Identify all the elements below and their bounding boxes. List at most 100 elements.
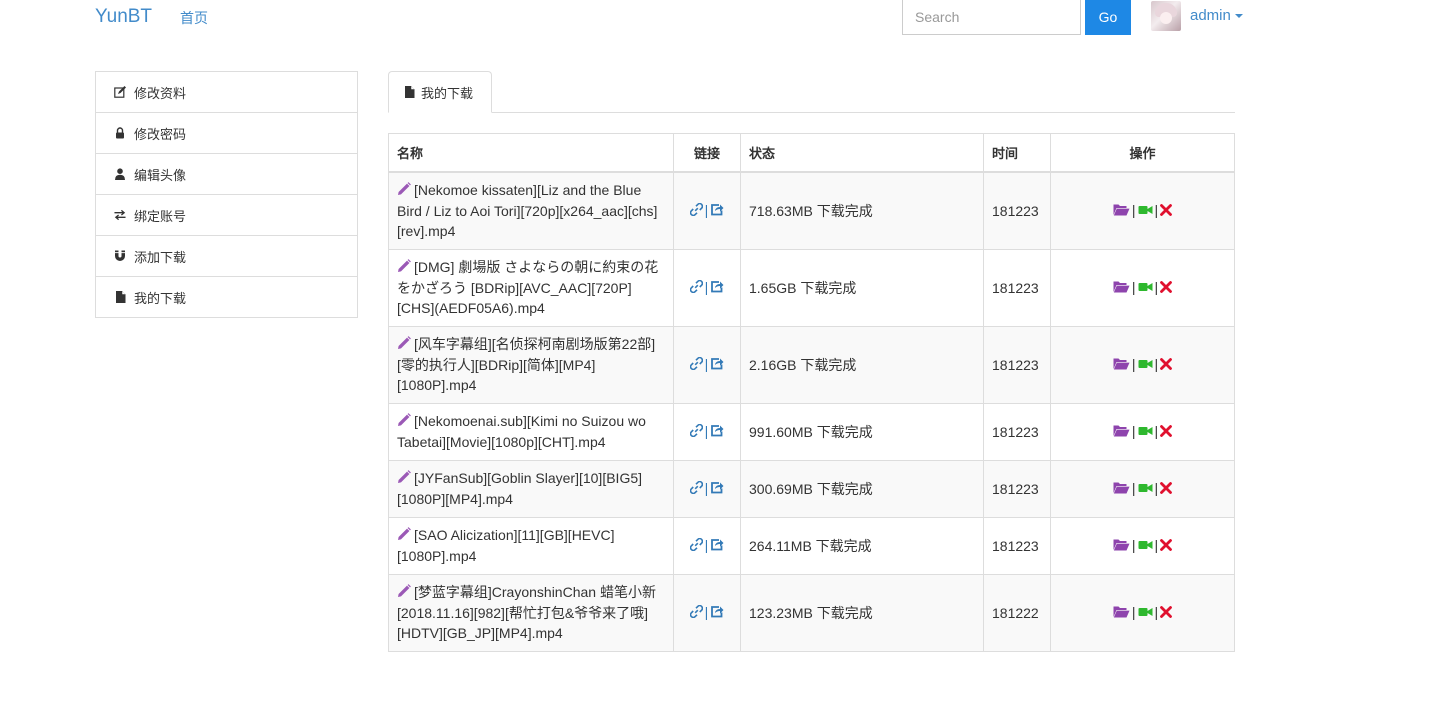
op-separator: | xyxy=(1131,422,1136,439)
share-icon[interactable] xyxy=(710,605,724,621)
video-camera-icon[interactable] xyxy=(1138,481,1153,497)
download-time: 181223 xyxy=(992,480,1039,497)
header-link: 链接 xyxy=(673,133,741,173)
sidebar-item-change-password[interactable]: 修改密码 xyxy=(95,113,358,154)
avatar[interactable] xyxy=(1151,1,1181,31)
share-icon[interactable] xyxy=(710,357,724,373)
download-status: 264.11MB 下载完成 xyxy=(749,537,872,554)
link-cell: | xyxy=(673,402,741,461)
delete-icon[interactable] xyxy=(1160,424,1173,440)
delete-icon[interactable] xyxy=(1160,203,1173,219)
link-icon[interactable] xyxy=(689,480,703,497)
sidebar-item-my-downloads[interactable]: 我的下载 xyxy=(95,277,358,318)
folder-open-icon[interactable] xyxy=(1113,357,1130,373)
folder-open-icon[interactable] xyxy=(1113,203,1130,219)
name-cell: [梦蓝字幕组]CrayonshinChan 蜡笔小新[2018.11.16][9… xyxy=(388,573,674,652)
pencil-icon[interactable] xyxy=(397,181,411,201)
delete-icon[interactable] xyxy=(1160,280,1173,296)
folder-open-icon[interactable] xyxy=(1113,424,1130,440)
nav-home-link[interactable]: 首页 xyxy=(180,8,208,28)
link-icon[interactable] xyxy=(689,604,703,621)
link-cell: | xyxy=(673,325,741,404)
video-camera-icon[interactable] xyxy=(1138,357,1153,373)
video-camera-icon[interactable] xyxy=(1138,280,1153,296)
name-cell: [DMG] 劇場版 さよならの朝に約束の花をかざろう [BDRip][AVC_A… xyxy=(388,248,674,327)
table-header-row: 名称 链接 状态 时间 操作 xyxy=(388,133,1235,173)
sidebar-item-label: 添加下载 xyxy=(134,249,187,265)
status-cell: 2.16GB 下载完成 xyxy=(740,325,984,404)
download-status: 2.16GB 下载完成 xyxy=(749,356,857,373)
link-cell: | xyxy=(673,459,741,518)
download-time: 181223 xyxy=(992,537,1039,554)
link-icon[interactable] xyxy=(689,356,703,373)
op-separator: | xyxy=(1154,355,1159,372)
magnet-icon xyxy=(114,250,126,262)
file-icon xyxy=(403,86,415,98)
link-separator: | xyxy=(704,603,709,620)
name-cell: [JYFanSub][Goblin Slayer][10][BIG5][1080… xyxy=(388,459,674,518)
pencil-icon[interactable] xyxy=(397,412,411,432)
name-cell: [Nekomoe kissaten][Liz and the Blue Bird… xyxy=(388,171,674,250)
downloads-table: 名称 链接 状态 时间 操作 [Nekomoe kissaten][Liz an… xyxy=(388,133,1235,652)
sidebar-item-label: 修改密码 xyxy=(134,126,187,142)
tab-my-downloads[interactable]: 我的下载 xyxy=(388,71,492,113)
pencil-icon[interactable] xyxy=(397,469,411,489)
pencil-icon[interactable] xyxy=(397,258,411,278)
link-icon[interactable] xyxy=(689,537,703,554)
op-separator: | xyxy=(1131,355,1136,372)
video-camera-icon[interactable] xyxy=(1138,605,1153,621)
folder-open-icon[interactable] xyxy=(1113,538,1130,554)
delete-icon[interactable] xyxy=(1160,357,1173,373)
delete-icon[interactable] xyxy=(1160,481,1173,497)
status-cell: 991.60MB 下载完成 xyxy=(740,402,984,461)
time-cell: 181223 xyxy=(983,171,1051,250)
search-go-button[interactable]: Go xyxy=(1085,0,1131,35)
op-cell: | | xyxy=(1050,459,1235,518)
folder-open-icon[interactable] xyxy=(1113,280,1130,296)
time-cell: 181223 xyxy=(983,516,1051,575)
op-separator: | xyxy=(1154,603,1159,620)
sidebar-item-edit-avatar[interactable]: 编辑头像 xyxy=(95,154,358,195)
user-menu-toggle[interactable]: admin xyxy=(1190,7,1243,24)
share-icon[interactable] xyxy=(710,538,724,554)
file-name: [梦蓝字幕组]CrayonshinChan 蜡笔小新[2018.11.16][9… xyxy=(397,584,656,641)
sidebar-item-label: 编辑头像 xyxy=(134,167,187,183)
folder-open-icon[interactable] xyxy=(1113,605,1130,621)
share-icon[interactable] xyxy=(710,424,724,440)
sidebar-item-bind-account[interactable]: 绑定账号 xyxy=(95,195,358,236)
file-name: [SAO Alicization][11][GB][HEVC][1080P].m… xyxy=(397,527,615,564)
pencil-icon[interactable] xyxy=(397,526,411,546)
sidebar-item-add-download[interactable]: 添加下载 xyxy=(95,236,358,277)
file-name: [风车字幕组][名侦探柯南剧场版第22部][零的执行人][BDRip][简体][… xyxy=(397,336,656,393)
table-row: [Nekomoenai.sub][Kimi no Suizou wo Tabet… xyxy=(388,402,1235,461)
table-row: [梦蓝字幕组]CrayonshinChan 蜡笔小新[2018.11.16][9… xyxy=(388,573,1235,652)
video-camera-icon[interactable] xyxy=(1138,424,1153,440)
sidebar-item-label: 绑定账号 xyxy=(134,208,187,224)
link-icon[interactable] xyxy=(689,423,703,440)
status-cell: 718.63MB 下载完成 xyxy=(740,171,984,250)
op-separator: | xyxy=(1131,536,1136,553)
status-cell: 1.65GB 下载完成 xyxy=(740,248,984,327)
video-camera-icon[interactable] xyxy=(1138,203,1153,219)
link-icon[interactable] xyxy=(689,203,703,219)
share-icon[interactable] xyxy=(710,481,724,497)
folder-open-icon[interactable] xyxy=(1113,481,1130,497)
pencil-icon[interactable] xyxy=(397,335,411,355)
pencil-icon[interactable] xyxy=(397,583,411,603)
op-separator: | xyxy=(1131,278,1136,295)
link-icon[interactable] xyxy=(689,279,703,296)
delete-icon[interactable] xyxy=(1160,605,1173,621)
video-camera-icon[interactable] xyxy=(1138,538,1153,554)
search-input[interactable] xyxy=(902,0,1081,35)
delete-icon[interactable] xyxy=(1160,538,1173,554)
brand-logo[interactable]: YunBT xyxy=(95,6,152,28)
file-name: [Nekomoe kissaten][Liz and the Blue Bird… xyxy=(397,182,658,240)
header-op: 操作 xyxy=(1050,133,1235,173)
share-icon[interactable] xyxy=(710,280,724,296)
link-separator: | xyxy=(704,422,709,439)
status-cell: 264.11MB 下载完成 xyxy=(740,516,984,575)
sidebar-item-edit-profile[interactable]: 修改资料 xyxy=(95,71,358,113)
link-separator: | xyxy=(704,278,709,295)
time-cell: 181223 xyxy=(983,325,1051,404)
share-icon[interactable] xyxy=(710,203,724,219)
